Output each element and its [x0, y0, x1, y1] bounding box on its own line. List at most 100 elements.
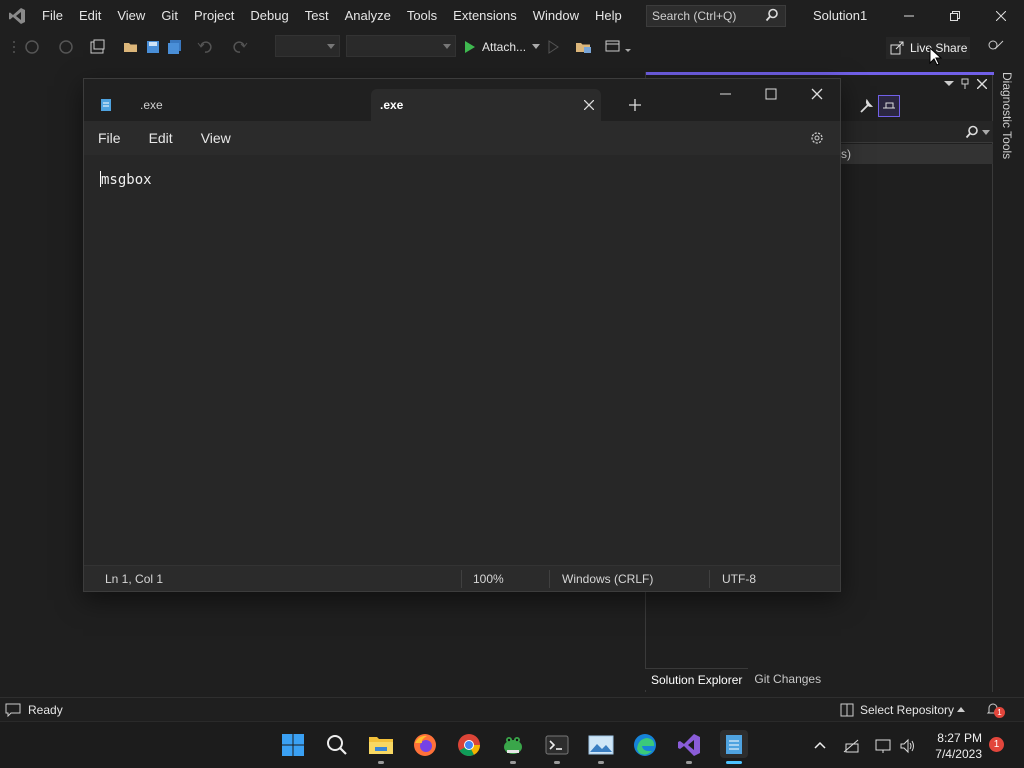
output-icon[interactable]	[5, 703, 21, 717]
tab-git-changes[interactable]: Git Changes	[748, 668, 827, 690]
firefox-icon	[414, 734, 436, 756]
edge-icon	[634, 734, 656, 756]
forward-icon[interactable]	[58, 37, 74, 57]
taskbar-clock[interactable]: 8:27 PM 7/4/2023	[922, 730, 982, 762]
minimize-icon[interactable]	[720, 88, 732, 100]
file-explorer-button[interactable]	[368, 732, 394, 758]
notification-center-badge[interactable]: 1	[989, 737, 1004, 752]
select-repository-button[interactable]: Select Repository	[860, 703, 954, 717]
photos-button[interactable]	[588, 732, 614, 758]
new-project-icon[interactable]	[90, 37, 108, 57]
diagnostic-tools-tab[interactable]: Diagnostic Tools	[1000, 72, 1014, 159]
edge-button[interactable]	[632, 732, 658, 758]
notepad-menu-file[interactable]: File	[84, 130, 135, 146]
visual-studio-logo-icon[interactable]	[0, 0, 34, 32]
notepad-menu-edit[interactable]: Edit	[135, 130, 187, 146]
dropdown-arrow-icon[interactable]	[944, 81, 954, 87]
restore-icon	[950, 11, 960, 21]
notepad-tab-active[interactable]: .exe	[371, 89, 601, 121]
menu-view[interactable]: View	[109, 0, 153, 32]
notepad-icon	[101, 99, 111, 111]
close-icon	[996, 11, 1006, 21]
start-button[interactable]	[280, 732, 306, 758]
close-icon[interactable]	[811, 88, 823, 100]
undo-icon[interactable]	[197, 37, 213, 57]
layout-icon[interactable]	[605, 37, 631, 57]
vs-restore-button[interactable]	[932, 0, 978, 32]
menu-project[interactable]: Project	[186, 0, 242, 32]
notepad-icon	[726, 735, 742, 754]
vs-minimize-button[interactable]	[886, 0, 932, 32]
frog-app-button[interactable]	[500, 732, 526, 758]
configuration-dropdown[interactable]	[275, 35, 340, 57]
preview-toggle-button[interactable]	[878, 95, 900, 117]
running-indicator	[686, 761, 692, 764]
play-icon	[465, 41, 475, 53]
search-icon	[965, 125, 978, 139]
show-hidden-icons-icon[interactable]	[814, 741, 826, 749]
menu-window[interactable]: Window	[525, 0, 587, 32]
visual-studio-button[interactable]	[676, 732, 702, 758]
chrome-button[interactable]	[456, 732, 482, 758]
running-indicator	[378, 761, 384, 764]
open-folder-icon[interactable]	[123, 37, 139, 57]
network-icon[interactable]	[874, 738, 892, 754]
solution-search-input[interactable]	[841, 121, 993, 143]
visual-studio-icon	[678, 734, 700, 756]
menu-analyze[interactable]: Analyze	[337, 0, 399, 32]
feedback-icon[interactable]	[987, 37, 1005, 57]
pin-icon[interactable]	[960, 78, 970, 90]
notepad-tab-bar: .exe .exe	[84, 79, 840, 121]
redo-icon[interactable]	[232, 37, 248, 57]
close-tab-icon[interactable]	[584, 100, 594, 110]
menu-extensions[interactable]: Extensions	[445, 0, 525, 32]
menu-help[interactable]: Help	[587, 0, 630, 32]
taskbar-search-button[interactable]	[324, 732, 350, 758]
active-indicator	[726, 761, 742, 764]
menu-tools[interactable]: Tools	[399, 0, 445, 32]
menu-file[interactable]: File	[34, 0, 71, 32]
notepad-taskbar-button[interactable]	[720, 730, 748, 758]
start-without-debug-icon[interactable]	[546, 37, 560, 57]
firefox-button[interactable]	[412, 732, 438, 758]
maximize-icon[interactable]	[765, 88, 777, 100]
save-icon[interactable]	[145, 37, 161, 57]
chevron-down-icon	[532, 44, 541, 49]
live-share-button[interactable]: Live Share	[886, 37, 970, 59]
terminal-button[interactable]	[544, 732, 570, 758]
chevron-down-icon	[443, 44, 451, 49]
windows-taskbar: 8:27 PM 7/4/2023 1	[0, 721, 1024, 768]
windows-logo-icon	[282, 734, 304, 756]
solution-tree-item[interactable]: s)	[841, 144, 993, 164]
tab-solution-explorer[interactable]: Solution Explorer	[645, 668, 749, 690]
attach-button[interactable]: Attach...	[464, 37, 541, 57]
notepad-tab-inactive[interactable]: .exe	[92, 89, 367, 121]
platform-dropdown[interactable]	[346, 35, 456, 57]
menu-debug[interactable]: Debug	[242, 0, 296, 32]
notepad-text-area[interactable]: msgbox	[84, 155, 840, 565]
vs-close-button[interactable]	[978, 0, 1024, 32]
back-icon[interactable]	[24, 37, 40, 57]
menu-git[interactable]: Git	[153, 0, 186, 32]
notepad-menu-view[interactable]: View	[187, 130, 245, 146]
vs-main-menu: File Edit View Git Project Debug Test An…	[34, 0, 630, 32]
vs-search-placeholder: Search (Ctrl+Q)	[652, 9, 737, 23]
wrench-icon[interactable]	[858, 99, 874, 115]
new-tab-icon[interactable]	[629, 99, 641, 111]
menu-test[interactable]: Test	[297, 0, 337, 32]
solution-tree-item-label: s)	[841, 147, 851, 161]
share-icon	[890, 41, 904, 55]
clock-time: 8:27 PM	[937, 731, 982, 745]
vs-toolbar: Attach...	[0, 32, 1024, 62]
notifications-button[interactable]: 1	[986, 701, 1006, 719]
volume-icon[interactable]	[899, 738, 917, 754]
notepad-tab-label: .exe	[140, 98, 163, 112]
close-icon[interactable]	[977, 79, 987, 89]
menu-edit[interactable]: Edit	[71, 0, 109, 32]
browse-folder-icon[interactable]	[575, 37, 593, 57]
network-disconnected-icon[interactable]	[843, 738, 861, 754]
settings-gear-icon[interactable]	[809, 130, 825, 146]
save-all-icon[interactable]	[167, 37, 183, 57]
vs-search-box[interactable]: Search (Ctrl+Q)	[646, 5, 786, 27]
status-divider	[461, 570, 462, 588]
